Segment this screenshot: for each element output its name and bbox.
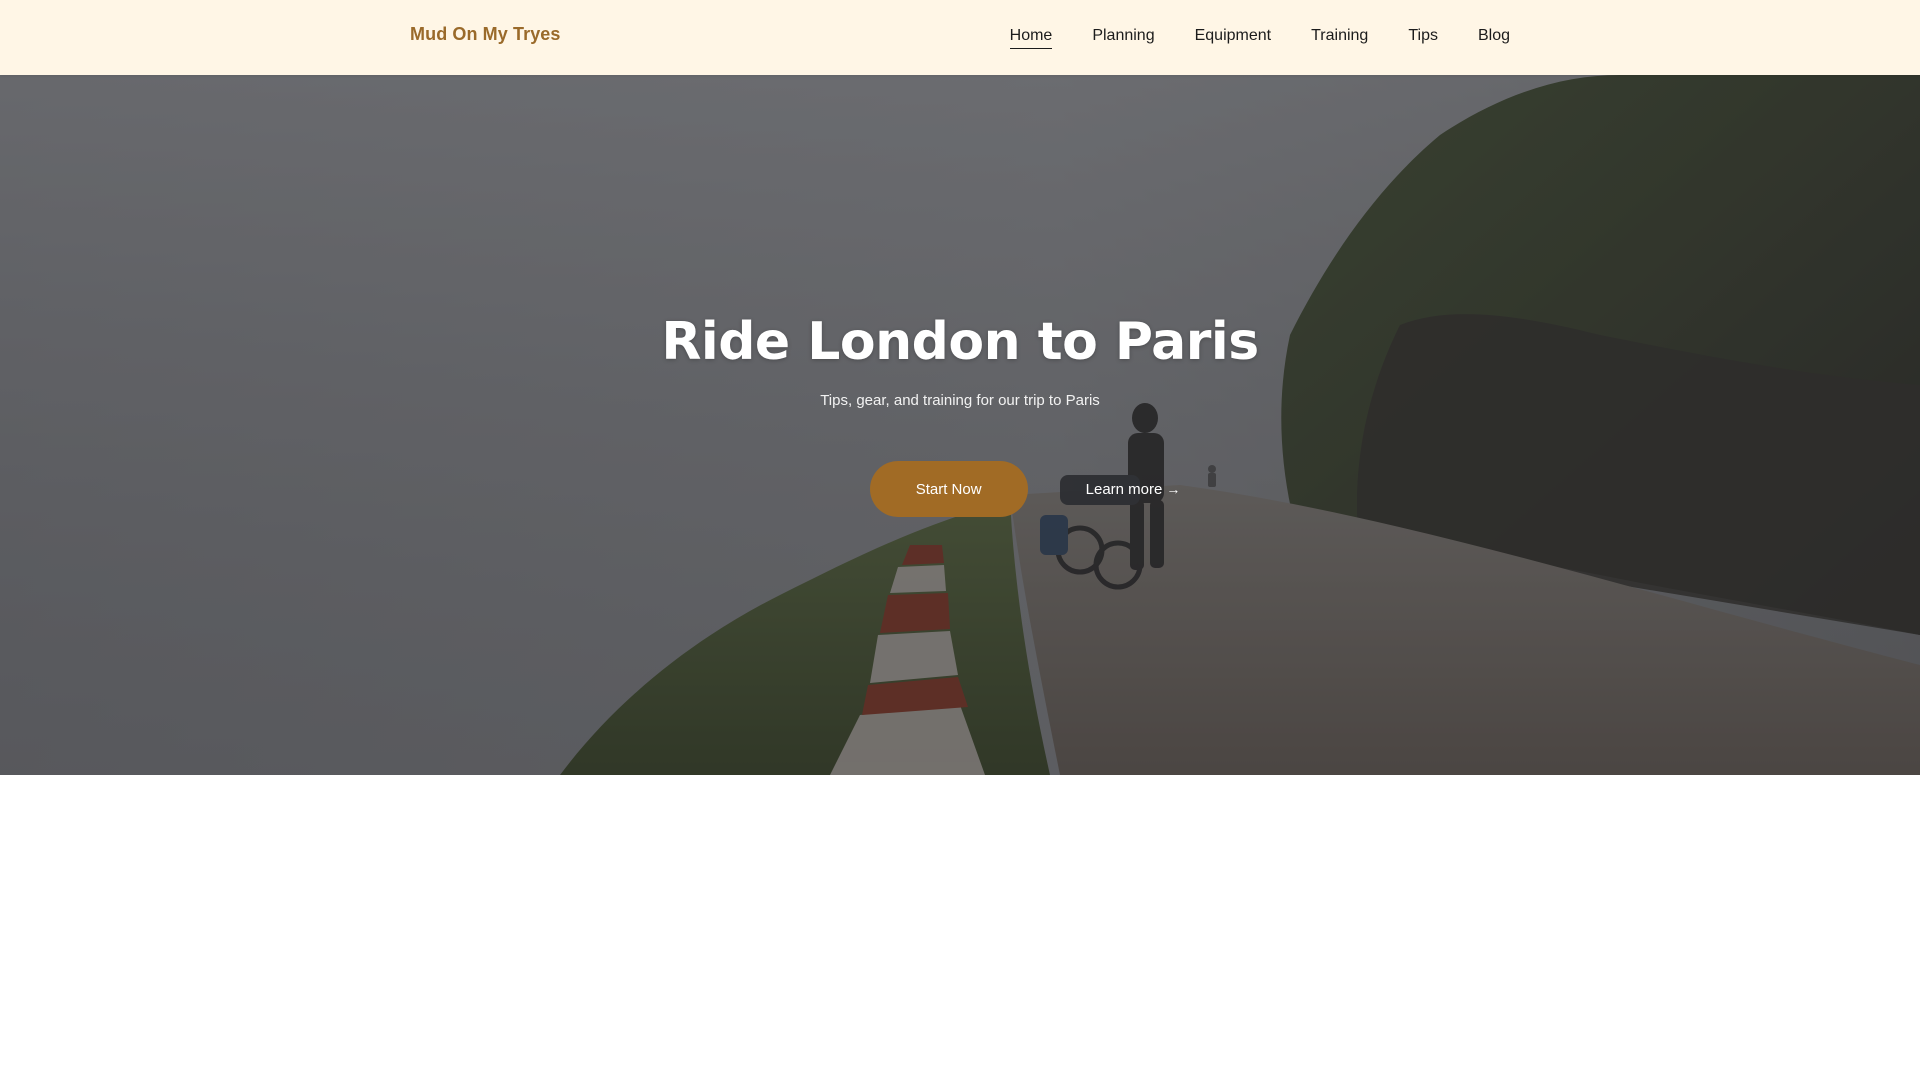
learn-more-label: Learn more (1085, 480, 1163, 498)
hero-title: Ride London to Paris (661, 312, 1259, 372)
nav-item-training: Training (1311, 27, 1368, 48)
nav-link-equipment[interactable]: Equipment (1195, 27, 1272, 48)
nav-link-training[interactable]: Training (1311, 27, 1368, 48)
hero-subtitle: Tips, gear, and training for our trip to… (820, 392, 1100, 409)
nav-link-planning[interactable]: Planning (1092, 27, 1154, 48)
nav-item-tips: Tips (1408, 27, 1438, 48)
content-area (0, 775, 1920, 1080)
nav-item-home: Home (1009, 27, 1053, 49)
arrow-right-icon: → (1166, 481, 1181, 497)
hero-content: Ride London to Paris Tips, gear, and tra… (0, 75, 1920, 775)
hero-section: Ride London to Paris Tips, gear, and tra… (0, 75, 1920, 775)
site-logo-link[interactable]: Mud On My Tryes (410, 24, 561, 45)
nav-link-tips[interactable]: Tips (1408, 27, 1438, 48)
nav-link-home[interactable]: Home (1009, 27, 1053, 49)
start-now-button[interactable]: Start Now (869, 461, 1028, 517)
nav-item-equipment: Equipment (1195, 27, 1272, 48)
site-header: Mud On My Tryes Home Planning Equipment … (0, 0, 1920, 75)
nav-item-planning: Planning (1092, 27, 1154, 48)
nav-link-blog[interactable]: Blog (1478, 27, 1510, 48)
learn-more-link[interactable]: Learn more → (1086, 481, 1181, 498)
main-nav: Home Planning Equipment Training Tips Bl… (1009, 0, 1510, 75)
nav-item-blog: Blog (1478, 27, 1510, 48)
hero-actions: Start Now Learn more → (0, 461, 1920, 517)
